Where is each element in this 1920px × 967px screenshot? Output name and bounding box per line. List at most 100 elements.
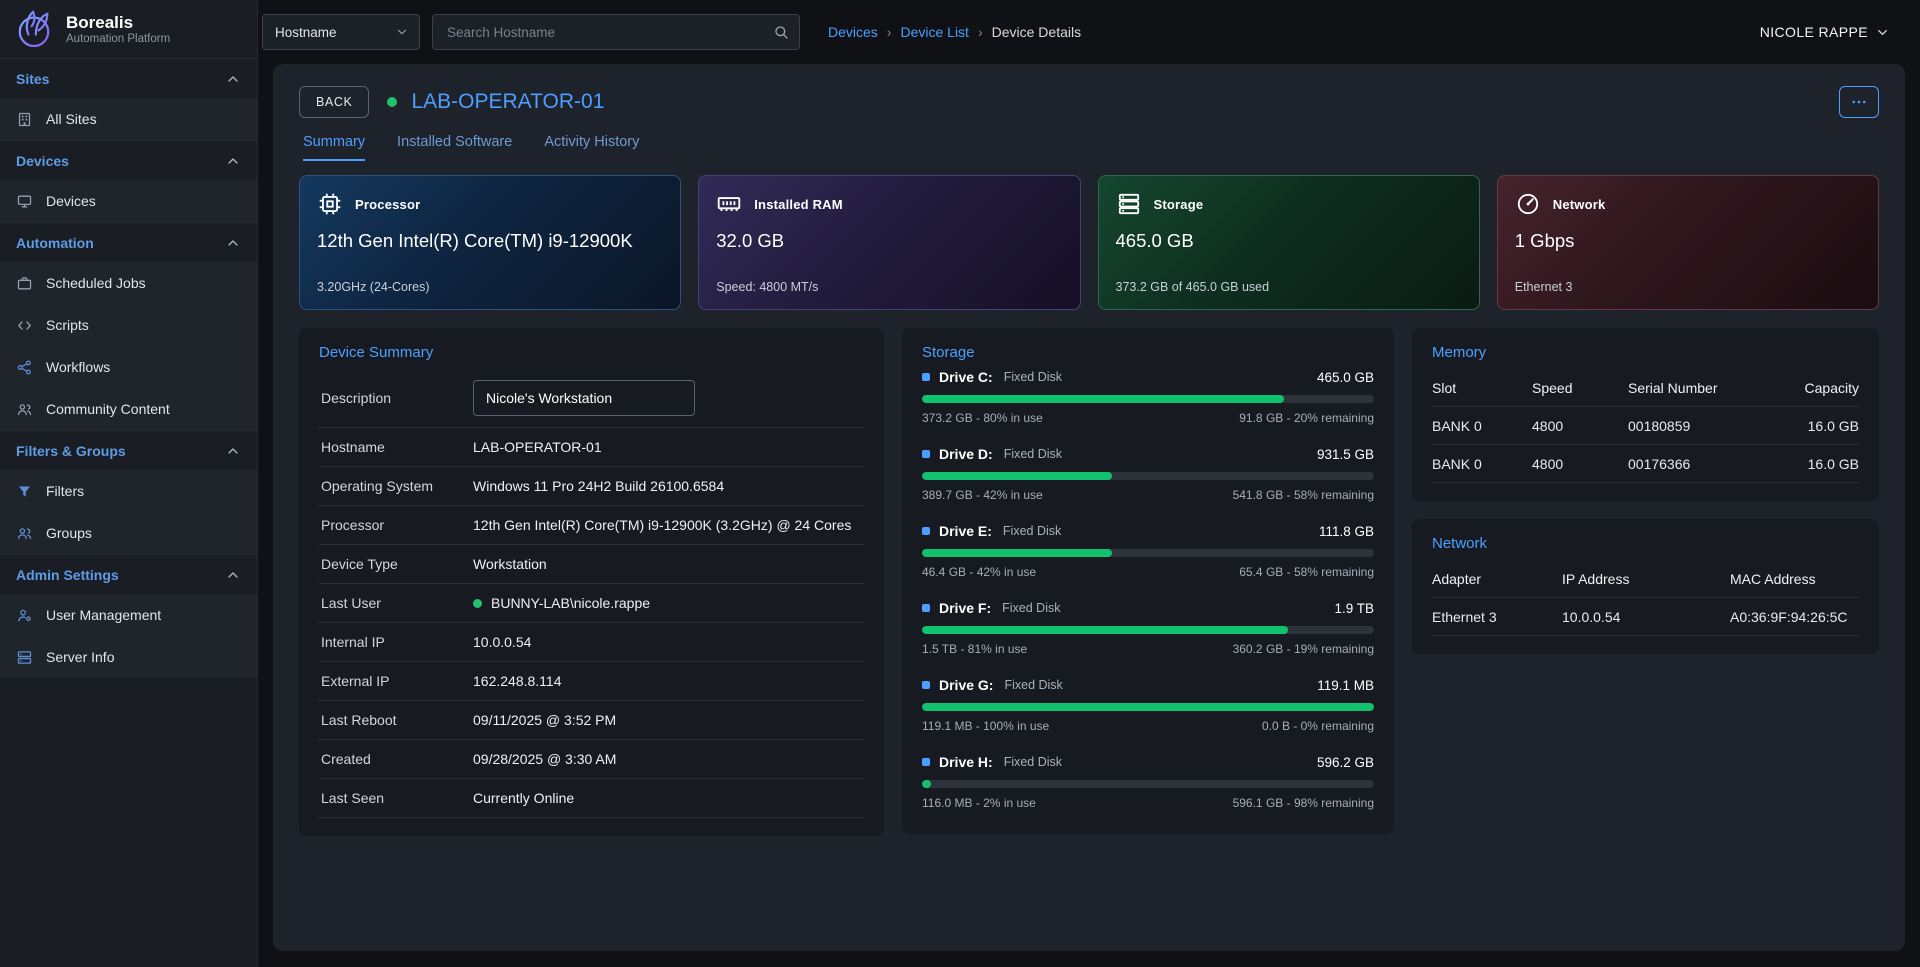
card-value: 12th Gen Intel(R) Core(TM) i9-12900K	[317, 230, 663, 252]
sidebar-item-filters[interactable]: Filters	[0, 470, 257, 512]
summary-row-hostname: Hostname LAB-OPERATOR-01	[319, 428, 864, 467]
drive-usage-bar	[922, 780, 1374, 788]
col-speed: Speed	[1532, 380, 1628, 396]
description-input[interactable]	[473, 380, 695, 416]
sidebar-item-groups[interactable]: Groups	[0, 512, 257, 554]
chevron-down-icon	[395, 25, 409, 39]
hostname-filter-select[interactable]: Hostname	[262, 14, 420, 50]
drive-bullet-icon	[922, 758, 930, 766]
row-value: 10.0.0.54	[473, 634, 531, 650]
col-adapter: Adapter	[1432, 571, 1562, 587]
drive-type: Fixed Disk	[1004, 678, 1062, 692]
drive-name: Drive E:	[939, 523, 992, 539]
drive-row-h: Drive H: Fixed Disk 596.2 GB 116.0 MB - …	[922, 754, 1374, 810]
card-title: Network	[1553, 197, 1606, 212]
people-icon	[16, 401, 33, 418]
summary-row-last-seen: Last Seen Currently Online	[319, 779, 864, 818]
funnel-icon	[16, 483, 33, 500]
memory-speed: 4800	[1532, 456, 1628, 472]
drive-name: Drive C:	[939, 369, 993, 385]
back-button[interactable]: BACK	[299, 86, 369, 118]
drive-row-c: Drive C: Fixed Disk 465.0 GB 373.2 GB - …	[922, 369, 1374, 425]
tab-summary[interactable]: Summary	[303, 134, 365, 161]
memory-capacity: 16.0 GB	[1767, 456, 1859, 472]
nav-item-label: Scheduled Jobs	[46, 275, 146, 291]
drive-type: Fixed Disk	[1004, 447, 1062, 461]
sidebar-item-scripts[interactable]: Scripts	[0, 304, 257, 346]
drive-usage-bar	[922, 549, 1374, 557]
row-label: Device Type	[321, 556, 473, 572]
drive-used: 389.7 GB - 42% in use	[922, 488, 1043, 502]
section-label: Admin Settings	[16, 567, 119, 583]
section-label: Sites	[16, 71, 49, 87]
drive-usage-fill	[922, 395, 1284, 403]
sidebar-item-user-management[interactable]: User Management	[0, 594, 257, 636]
breadcrumb-device-list[interactable]: Device List	[900, 24, 968, 40]
drive-remaining: 91.8 GB - 20% remaining	[1239, 411, 1374, 425]
more-options-button[interactable]	[1839, 86, 1879, 118]
drive-row-d: Drive D: Fixed Disk 931.5 GB 389.7 GB - …	[922, 446, 1374, 502]
drive-name: Drive H:	[939, 754, 993, 770]
nav-item-label: Groups	[46, 525, 92, 541]
user-online-dot	[473, 599, 482, 608]
drive-size: 111.8 GB	[1319, 524, 1374, 539]
sidebar-item-all-sites[interactable]: All Sites	[0, 98, 257, 140]
tab-activity-history[interactable]: Activity History	[544, 134, 639, 161]
sidebar-item-scheduled-jobs[interactable]: Scheduled Jobs	[0, 262, 257, 304]
drive-bullet-icon	[922, 450, 930, 458]
memory-slot: BANK 0	[1432, 456, 1532, 472]
brand: Borealis Automation Platform	[0, 0, 257, 58]
user-menu[interactable]: NICOLE RAPPE	[1760, 24, 1890, 40]
sidebar: Borealis Automation Platform Sites All S…	[0, 0, 258, 967]
sidebar-item-community-content[interactable]: Community Content	[0, 388, 257, 430]
workflow-icon	[16, 359, 33, 376]
content-area: Hostname Devices › Device List › Device …	[258, 0, 1920, 967]
section-label: Devices	[16, 153, 69, 169]
installed-ram-card: Installed RAM 32.0 GB Speed: 4800 MT/s	[698, 175, 1080, 310]
row-value: 09/28/2025 @ 3:30 AM	[473, 751, 616, 767]
drive-size: 1.9 TB	[1334, 601, 1374, 616]
row-value: 12th Gen Intel(R) Core(TM) i9-12900K (3.…	[473, 517, 851, 533]
sidebar-item-workflows[interactable]: Workflows	[0, 346, 257, 388]
breadcrumb-devices[interactable]: Devices	[828, 24, 878, 40]
drive-bullet-icon	[922, 604, 930, 612]
chevron-up-icon	[225, 71, 241, 87]
search-box[interactable]	[432, 14, 800, 50]
sidebar-section-devices[interactable]: Devices	[0, 140, 257, 180]
row-label: Internal IP	[321, 634, 473, 650]
sidebar-section-automation[interactable]: Automation	[0, 222, 257, 262]
row-value: Workstation	[473, 556, 547, 572]
sidebar-section-filters-groups[interactable]: Filters & Groups	[0, 430, 257, 470]
drive-bullet-icon	[922, 681, 930, 689]
section-label: Automation	[16, 235, 94, 251]
row-label: Processor	[321, 517, 473, 533]
card-title: Processor	[355, 197, 420, 212]
monitor-icon	[16, 193, 33, 210]
sidebar-item-devices[interactable]: Devices	[0, 180, 257, 222]
breadcrumb: Devices › Device List › Device Details	[828, 24, 1081, 40]
memory-table-header: Slot Speed Serial Number Capacity	[1432, 369, 1859, 407]
row-value: BUNNY-LAB\nicole.rappe	[491, 595, 650, 611]
search-input[interactable]	[445, 24, 773, 41]
card-title: Installed RAM	[754, 197, 843, 212]
ram-icon	[716, 191, 742, 217]
row-label: Last Reboot	[321, 712, 473, 728]
groups-icon	[16, 525, 33, 542]
summary-row-external-ip: External IP 162.248.8.114	[319, 662, 864, 701]
card-value: 1 Gbps	[1515, 230, 1861, 252]
drive-used: 119.1 MB - 100% in use	[922, 719, 1049, 733]
summary-row-last-user: Last User BUNNY-LAB\nicole.rappe	[319, 584, 864, 623]
drive-usage-fill	[922, 549, 1112, 557]
sidebar-section-admin-settings[interactable]: Admin Settings	[0, 554, 257, 594]
col-serial: Serial Number	[1628, 380, 1767, 396]
sidebar-item-server-info[interactable]: Server Info	[0, 636, 257, 678]
memory-serial: 00176366	[1628, 456, 1767, 472]
drive-remaining: 360.2 GB - 19% remaining	[1233, 642, 1374, 656]
tab-installed-software[interactable]: Installed Software	[397, 134, 512, 161]
search-icon[interactable]	[773, 24, 789, 40]
ellipsis-icon	[1850, 93, 1868, 111]
nav-item-label: Filters	[46, 483, 84, 499]
processor-card: Processor 12th Gen Intel(R) Core(TM) i9-…	[299, 175, 681, 310]
sidebar-section-sites[interactable]: Sites	[0, 58, 257, 98]
drive-type: Fixed Disk	[1002, 601, 1060, 615]
